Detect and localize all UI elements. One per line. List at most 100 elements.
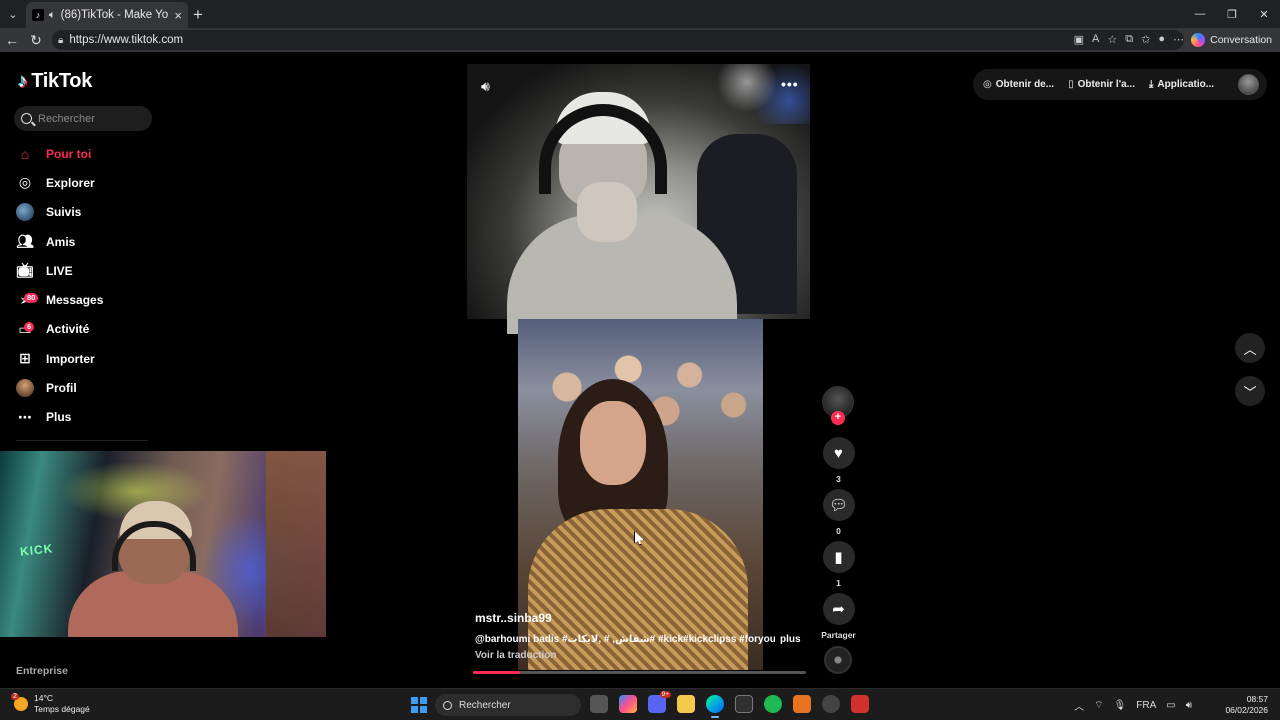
settings-more-icon[interactable]: ⋯ (1173, 33, 1184, 46)
share-icon[interactable]: ➦ (822, 593, 855, 625)
heart-icon[interactable]: ♥ (822, 437, 855, 469)
volume-icon[interactable]: 🔊︎ (481, 78, 490, 95)
video-player[interactable] (467, 64, 810, 670)
app-orange-icon[interactable] (793, 695, 811, 713)
inbox-icon: ▭ 6 (16, 320, 35, 338)
discord-icon[interactable]: 9+ (648, 691, 671, 713)
get-app-label: Obtenir l'a... (1077, 79, 1135, 90)
tab-audio-icon[interactable]: 🔈︎ (49, 9, 56, 22)
spotify-icon[interactable] (764, 695, 782, 713)
footer-link-entreprise[interactable]: Entreprise (16, 665, 68, 677)
extensions-icon[interactable]: ⧉ (1125, 33, 1133, 46)
sidebar-item-live[interactable]: 📺︎ LIVE (16, 256, 103, 285)
share-label: Partager (821, 630, 856, 640)
sidebar-item-importer[interactable]: ⊞ Importer (16, 344, 103, 373)
address-bar[interactable]: 🔒︎ https://www.tiktok.com (52, 30, 1184, 50)
close-window-icon[interactable]: ✕ (1248, 0, 1280, 28)
app-red-icon[interactable] (851, 695, 869, 713)
browser-tab-bar: ⌄ ♪ 🔈︎ (86)TikTok - Make Your Day × + — … (0, 0, 1280, 28)
task-view-icon[interactable] (590, 695, 608, 713)
search-input[interactable]: Rechercher (14, 106, 152, 131)
minimize-icon[interactable]: — (1184, 0, 1216, 28)
restore-icon[interactable]: ❐ (1216, 0, 1248, 28)
weather-badge: 2 (11, 693, 19, 700)
sidebar-item-label: Importer (46, 351, 95, 366)
video-progress-bar[interactable] (473, 671, 806, 674)
music-disc-icon[interactable] (824, 646, 852, 674)
favorites-icon[interactable]: ✩ (1141, 33, 1150, 46)
steam-icon[interactable] (822, 695, 840, 713)
store-icon[interactable] (735, 695, 753, 713)
app-available-icon[interactable]: ▣ (1074, 33, 1084, 46)
tiktok-logo[interactable]: ♪ TikTok (18, 70, 92, 93)
sidebar-item-suivis[interactable]: Suivis (16, 198, 103, 227)
browser-tab[interactable]: ♪ 🔈︎ (86)TikTok - Make Your Day × (26, 2, 188, 28)
profile-icon[interactable]: ● (1158, 33, 1165, 46)
comment-icon[interactable]: 💬︎ (822, 489, 855, 521)
weather-condition: Temps dégagé (34, 704, 90, 714)
weather-widget[interactable]: 2 14°C Temps dégagé (11, 693, 90, 715)
translate-icon[interactable]: A (1092, 33, 1099, 46)
video-more-options-icon[interactable]: ••• (781, 76, 799, 92)
sidebar-item-profil[interactable]: Profil (16, 373, 103, 402)
taskbar-apps: 9+ (590, 691, 869, 718)
copilot-conversation-button[interactable]: Conversation (1191, 31, 1272, 49)
volume-tray-icon[interactable]: 🔊︎ (1186, 700, 1192, 711)
clock-date: 06/02/2026 (1225, 705, 1268, 715)
file-explorer-icon[interactable] (677, 695, 695, 713)
save-action[interactable]: ▮ 1 (822, 541, 855, 588)
live-tv-icon: 📺︎ (16, 262, 34, 279)
close-tab-icon[interactable]: × (174, 8, 182, 23)
sidebar-item-activite[interactable]: ▭ 6 Activité (16, 315, 103, 344)
like-action[interactable]: ♥ 3 (822, 437, 855, 484)
taskbar-search[interactable]: Rechercher (435, 694, 581, 716)
previous-video-button[interactable]: ︿ (1235, 333, 1265, 363)
window-controls: — ❐ ✕ (1184, 0, 1280, 28)
refresh-icon[interactable]: ↻ (24, 32, 48, 49)
comment-action[interactable]: 💬︎ 0 (822, 489, 855, 536)
get-coins-button[interactable]: ◎ Obtenir de... (983, 79, 1054, 90)
desktop-app-button[interactable]: ⤓ Applicatio... (1149, 79, 1214, 90)
search-icon (21, 113, 32, 124)
see-translation-link[interactable]: Voir la traduction (475, 650, 557, 661)
sidebar-item-label: Pour toi (46, 146, 92, 161)
get-coins-label: Obtenir de... (995, 79, 1055, 90)
copilot-app-icon[interactable] (619, 695, 637, 713)
display-icon[interactable]: ▭ (1166, 700, 1175, 711)
taskbar-search-icon (443, 700, 452, 710)
sidebar-item-messages[interactable]: ➢ 80 Messages (16, 285, 103, 314)
taskbar-clock[interactable]: 08:57 06/02/2026 (1225, 694, 1268, 716)
sidebar-item-label: Amis (46, 234, 76, 249)
windows-start-button[interactable] (411, 697, 427, 713)
tab-actions-menu-icon[interactable]: ⌄ (0, 0, 26, 28)
follow-plus-icon[interactable]: + (831, 411, 845, 425)
user-avatar[interactable] (1238, 74, 1259, 95)
kick-sign: KICK (19, 541, 54, 559)
home-icon: ⌂ (20, 145, 30, 162)
show-hidden-icons-icon[interactable]: ︿ (1074, 698, 1084, 713)
sidebar-item-amis[interactable]: 👥︎ Amis (16, 227, 103, 256)
tiktok-favicon-icon: ♪ (32, 9, 44, 21)
share-action[interactable]: ➦ Partager (821, 593, 856, 640)
network-icon[interactable]: ⌔ (1094, 699, 1103, 712)
video-username[interactable]: mstr..sinba99 (475, 611, 552, 625)
new-tab-button[interactable]: + (193, 5, 203, 25)
microphone-icon[interactable]: 🎙︎ (1114, 700, 1127, 711)
edge-browser-icon[interactable] (706, 695, 724, 718)
chevron-down-icon: ﹀ (1243, 384, 1257, 400)
back-icon[interactable]: ← (0, 32, 24, 48)
lock-icon[interactable]: 🔒︎ (58, 35, 63, 46)
language-indicator[interactable]: FRA (1136, 700, 1156, 711)
messages-badge: 80 (24, 293, 39, 304)
description-more-button[interactable]: plus (780, 634, 801, 645)
tab-title: (86)TikTok - Make Your Day (60, 9, 170, 21)
favorite-star-icon[interactable]: ☆ (1107, 33, 1117, 46)
sidebar-item-pour-toi[interactable]: ⌂ Pour toi (16, 139, 103, 168)
get-app-button[interactable]: ▯ Obtenir l'a... (1068, 79, 1135, 90)
bookmark-icon[interactable]: ▮ (822, 541, 855, 573)
logo-text: TikTok (31, 70, 93, 92)
send-icon: ➢ 80 (16, 291, 39, 309)
next-video-button[interactable]: ﹀ (1235, 376, 1265, 406)
sidebar-item-plus[interactable]: ⋯ Plus (16, 403, 103, 432)
sidebar-item-explorer[interactable]: ◎ Explorer (16, 168, 103, 197)
